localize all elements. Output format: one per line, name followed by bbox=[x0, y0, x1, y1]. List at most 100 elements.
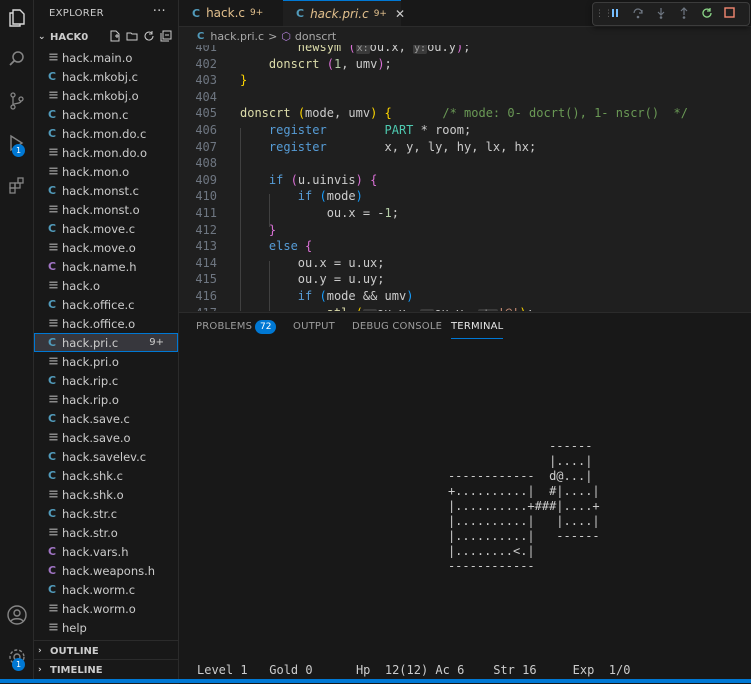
file-item[interactable]: Chack.worm.c bbox=[34, 580, 178, 599]
file-item[interactable]: ≡ hack.mon.do.o bbox=[34, 143, 178, 162]
file-item[interactable]: ≡ hack.main.o bbox=[34, 48, 178, 67]
code-line: 406 register PART * room; bbox=[195, 123, 472, 137]
file-label: hack.pri.c bbox=[62, 335, 119, 350]
code-line: 402 donscrt (1, umv); bbox=[195, 56, 392, 71]
binary-file-icon: ≡ bbox=[48, 202, 59, 217]
debug-toolbar: ⋮⋮ bbox=[592, 2, 750, 26]
source-control-icon[interactable] bbox=[0, 86, 33, 116]
step-out-icon[interactable] bbox=[672, 6, 695, 22]
file-item[interactable]: Chack.mon.c bbox=[34, 105, 178, 124]
tab-hack-c[interactable]: C hack.c 9+ bbox=[179, 0, 282, 26]
file-label: hack.office.c bbox=[62, 297, 135, 312]
code-line: 416 if (mode && umv) bbox=[195, 289, 414, 303]
file-item[interactable]: ≡ hack.office.o bbox=[34, 314, 178, 333]
file-label: hack.shk.o bbox=[62, 487, 124, 502]
file-item[interactable]: Chack.name.h bbox=[34, 257, 178, 276]
activity-bar: 1 1 bbox=[0, 0, 34, 683]
file-item[interactable]: ≡ hack.mkobj.o bbox=[34, 86, 178, 105]
file-label: help bbox=[62, 620, 87, 635]
c-file-icon: C bbox=[48, 469, 57, 482]
chevron-down-icon: ⌄ bbox=[38, 32, 46, 42]
code-editor[interactable]: 401 newsym (x:ou.x, y:ou.y); 402 donscrt… bbox=[179, 45, 751, 311]
folder-hack0[interactable]: ⌄ HACK0 bbox=[34, 26, 178, 48]
code-line: 411 ou.x = -1; bbox=[195, 206, 399, 220]
step-over-icon[interactable] bbox=[626, 7, 649, 22]
code-line: 409 if (u.uinvis) { bbox=[195, 172, 378, 187]
file-label: hack.pri.o bbox=[62, 354, 119, 369]
drag-handle-icon[interactable]: ⋮⋮ bbox=[595, 9, 613, 19]
file-label: hack.weapons.h bbox=[62, 563, 156, 578]
file-item[interactable]: ≡ hack.worm.o bbox=[34, 599, 178, 618]
file-item[interactable]: Chack.monst.c bbox=[34, 181, 178, 200]
file-tree: ≡ hack.main.o Chack.mkobj.c ≡ hack.mkobj.o Ch… bbox=[34, 48, 178, 637]
file-item[interactable]: Chack.savelev.c bbox=[34, 447, 178, 466]
game-status-line: Level 1 Gold 0 Hp 12(12) Ac 6 Str 16 Exp… bbox=[197, 663, 631, 677]
file-label: hack.str.c bbox=[62, 506, 118, 521]
accounts-icon[interactable] bbox=[0, 600, 33, 630]
file-item[interactable]: Chack.rip.c bbox=[34, 371, 178, 390]
file-item[interactable]: ≡ hack.pri.o bbox=[34, 352, 178, 371]
breadcrumb-symbol[interactable]: donscrt bbox=[295, 30, 336, 43]
file-item[interactable]: ≡ hack.rip.o bbox=[34, 390, 178, 409]
file-label: hack.worm.c bbox=[62, 582, 136, 597]
file-item[interactable]: Chack.move.c bbox=[34, 219, 178, 238]
code-line: 415 ou.y = u.uy; bbox=[195, 272, 385, 287]
outline-section[interactable]: › OUTLINE bbox=[34, 640, 182, 661]
close-icon[interactable]: ✕ bbox=[395, 7, 405, 21]
binary-file-icon: ≡ bbox=[48, 487, 59, 502]
file-item[interactable]: Chack.pri.c 9+ bbox=[34, 333, 178, 352]
file-item[interactable]: Chack.vars.h bbox=[34, 542, 178, 561]
file-item[interactable]: Chack.office.c bbox=[34, 295, 178, 314]
file-item[interactable]: ≡ hack.o bbox=[34, 276, 178, 295]
file-item[interactable]: Chack.weapons.h bbox=[34, 561, 178, 580]
bottom-panel: PROBLEMS 72 OUTPUT DEBUG CONSOLE TERMINA… bbox=[179, 312, 751, 684]
tab-hack-pri-c[interactable]: C hack.pri.c 9+ ✕ bbox=[283, 0, 405, 26]
binary-file-icon: ≡ bbox=[48, 50, 59, 65]
binary-file-icon: ≡ bbox=[48, 240, 59, 255]
file-item[interactable]: Chack.str.c bbox=[34, 504, 178, 523]
breadcrumb-file[interactable]: hack.pri.c bbox=[210, 30, 264, 43]
debug-badge: 1 bbox=[12, 144, 25, 157]
file-item[interactable]: ≡ hack.save.o bbox=[34, 428, 178, 447]
extensions-icon[interactable] bbox=[0, 170, 33, 200]
file-item[interactable]: ≡ hack.move.o bbox=[34, 238, 178, 257]
c-file-icon: C bbox=[192, 6, 201, 20]
file-item[interactable]: ≡ hack.shk.o bbox=[34, 485, 178, 504]
file-item[interactable]: ≡ hack.mon.o bbox=[34, 162, 178, 181]
restart-icon[interactable] bbox=[695, 7, 718, 22]
c-file-icon: C bbox=[48, 583, 57, 596]
pause-icon[interactable] bbox=[603, 7, 626, 21]
file-problem-count: 9+ bbox=[149, 337, 164, 348]
binary-file-icon: ≡ bbox=[48, 430, 59, 445]
collapse-all-icon[interactable] bbox=[160, 30, 172, 42]
binary-file-icon: ≡ bbox=[48, 145, 59, 160]
step-into-icon[interactable] bbox=[649, 7, 672, 22]
file-label: hack.monst.o bbox=[62, 202, 140, 217]
terminal-output[interactable]: ------ |....| ------------ d@...| +.....… bbox=[179, 313, 751, 684]
more-actions-icon[interactable]: ··· bbox=[153, 4, 166, 19]
stop-icon[interactable] bbox=[718, 7, 741, 21]
file-item[interactable]: ≡ hack.str.o bbox=[34, 523, 178, 542]
file-item[interactable]: Chack.mon.do.c bbox=[34, 124, 178, 143]
search-icon[interactable] bbox=[0, 44, 33, 74]
map-row: |..........| |....| bbox=[289, 514, 600, 528]
explorer-files-icon[interactable] bbox=[0, 3, 33, 33]
code-line: 414 ou.x = u.ux; bbox=[195, 255, 385, 270]
file-item[interactable]: ≡ hack.monst.o bbox=[34, 200, 178, 219]
text-file-icon: ≡ bbox=[48, 620, 59, 635]
c-file-icon: C bbox=[48, 108, 57, 121]
tab-modified-count: 9+ bbox=[250, 8, 264, 18]
file-item[interactable]: ≡ help bbox=[34, 618, 178, 637]
file-item[interactable]: Chack.mkobj.c bbox=[34, 67, 178, 86]
code-line: 401 newsym (x:ou.x, y:ou.y); bbox=[195, 45, 471, 54]
new-folder-icon[interactable] bbox=[126, 30, 138, 42]
file-item[interactable]: Chack.save.c bbox=[34, 409, 178, 428]
chevron-right-icon: › bbox=[38, 665, 42, 675]
new-file-icon[interactable] bbox=[109, 30, 121, 42]
binary-file-icon: ≡ bbox=[48, 278, 59, 293]
timeline-section[interactable]: › TIMELINE bbox=[34, 659, 182, 680]
refresh-icon[interactable] bbox=[143, 30, 155, 42]
map-row: |........<.| bbox=[289, 544, 535, 558]
file-item[interactable]: Chack.shk.c bbox=[34, 466, 178, 485]
header-file-icon: C bbox=[48, 260, 57, 273]
